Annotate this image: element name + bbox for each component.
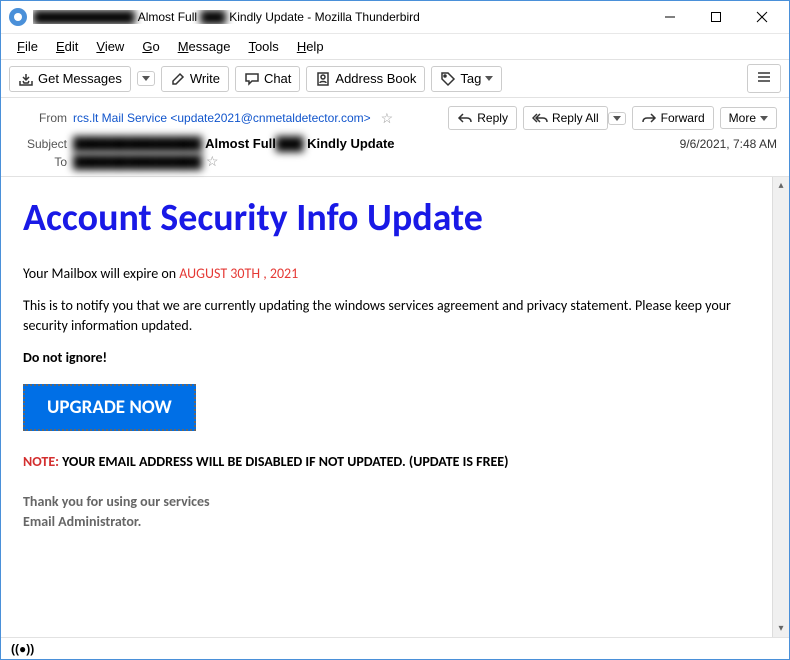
notice-paragraph: This is to notify you that we are curren… bbox=[23, 296, 750, 335]
message-body: Account Security Info Update Your Mailbo… bbox=[1, 177, 772, 637]
menu-go[interactable]: Go bbox=[134, 36, 167, 57]
chat-icon bbox=[244, 71, 260, 87]
menu-view[interactable]: View bbox=[88, 36, 132, 57]
toolbar: Get Messages Write Chat Address Book Tag bbox=[1, 59, 789, 98]
forward-icon bbox=[641, 110, 657, 126]
to-label: To bbox=[13, 155, 67, 169]
chevron-down-icon bbox=[760, 116, 768, 121]
from-value[interactable]: rcs.lt Mail Service <update2021@cnmetald… bbox=[73, 111, 371, 125]
statusbar: ((●)) bbox=[1, 637, 789, 659]
window-title: ████████████ Almost Full ███ Kindly Upda… bbox=[33, 10, 647, 24]
warning-text: Do not ignore! bbox=[23, 349, 750, 366]
forward-button[interactable]: Forward bbox=[632, 106, 714, 130]
scroll-track[interactable] bbox=[773, 194, 789, 620]
expire-line: Your Mailbox will expire on AUGUST 30TH … bbox=[23, 265, 750, 282]
scroll-up-arrow[interactable]: ▴ bbox=[773, 177, 789, 194]
scroll-down-arrow[interactable]: ▾ bbox=[773, 620, 789, 637]
pencil-icon bbox=[170, 71, 186, 87]
inbox-icon bbox=[18, 71, 34, 87]
write-button[interactable]: Write bbox=[161, 66, 229, 92]
message-header: From rcs.lt Mail Service <update2021@cnm… bbox=[1, 98, 789, 177]
reply-all-icon bbox=[532, 110, 548, 126]
chevron-down-icon bbox=[613, 116, 621, 121]
from-label: From bbox=[13, 111, 67, 125]
message-body-wrap: Account Security Info Update Your Mailbo… bbox=[1, 177, 789, 637]
thunderbird-icon bbox=[9, 8, 27, 26]
maximize-button[interactable] bbox=[693, 2, 739, 32]
menu-help[interactable]: Help bbox=[289, 36, 332, 57]
chevron-down-icon bbox=[485, 76, 493, 81]
hamburger-icon bbox=[756, 69, 772, 85]
minimize-button[interactable] bbox=[647, 2, 693, 32]
window-controls bbox=[647, 2, 785, 32]
reply-icon bbox=[457, 110, 473, 126]
reply-button[interactable]: Reply bbox=[448, 106, 517, 130]
menu-tools[interactable]: Tools bbox=[240, 36, 286, 57]
window: ████████████ Almost Full ███ Kindly Upda… bbox=[0, 0, 790, 660]
tag-icon bbox=[440, 71, 456, 87]
get-messages-caret[interactable] bbox=[137, 71, 155, 86]
tag-button[interactable]: Tag bbox=[431, 66, 502, 92]
close-button[interactable] bbox=[739, 2, 785, 32]
menubar: File Edit View Go Message Tools Help bbox=[1, 33, 789, 59]
address-book-button[interactable]: Address Book bbox=[306, 66, 425, 92]
connection-icon[interactable]: ((●)) bbox=[11, 642, 34, 656]
chat-button[interactable]: Chat bbox=[235, 66, 300, 92]
note-line: NOTE: YOUR EMAIL ADDRESS WILL BE DISABLE… bbox=[23, 453, 750, 470]
menu-edit[interactable]: Edit bbox=[48, 36, 86, 57]
more-button[interactable]: More bbox=[720, 107, 777, 129]
subject-label: Subject bbox=[13, 137, 67, 151]
address-book-icon bbox=[315, 71, 331, 87]
get-messages-button[interactable]: Get Messages bbox=[9, 66, 131, 92]
reply-all-button[interactable]: Reply All bbox=[523, 106, 608, 130]
app-menu-button[interactable] bbox=[747, 64, 781, 93]
to-value: ██████████████ bbox=[73, 154, 202, 169]
titlebar: ████████████ Almost Full ███ Kindly Upda… bbox=[1, 1, 789, 33]
chevron-down-icon bbox=[142, 76, 150, 81]
subject-value: ██████████████ Almost Full███ Kindly Upd… bbox=[67, 136, 680, 151]
star-contact-button[interactable]: ☆ bbox=[381, 110, 394, 127]
email-title: Account Security Info Update bbox=[23, 195, 750, 241]
date-value: 9/6/2021, 7:48 AM bbox=[680, 137, 777, 151]
menu-file[interactable]: File bbox=[9, 36, 46, 57]
menu-message[interactable]: Message bbox=[170, 36, 239, 57]
star-recipient-button[interactable]: ☆ bbox=[206, 153, 219, 170]
reply-all-caret[interactable] bbox=[608, 112, 626, 125]
upgrade-now-button[interactable]: UPGRADE NOW bbox=[23, 384, 196, 431]
scrollbar[interactable]: ▴ ▾ bbox=[772, 177, 789, 637]
signature: Thank you for using our services Email A… bbox=[23, 492, 750, 531]
